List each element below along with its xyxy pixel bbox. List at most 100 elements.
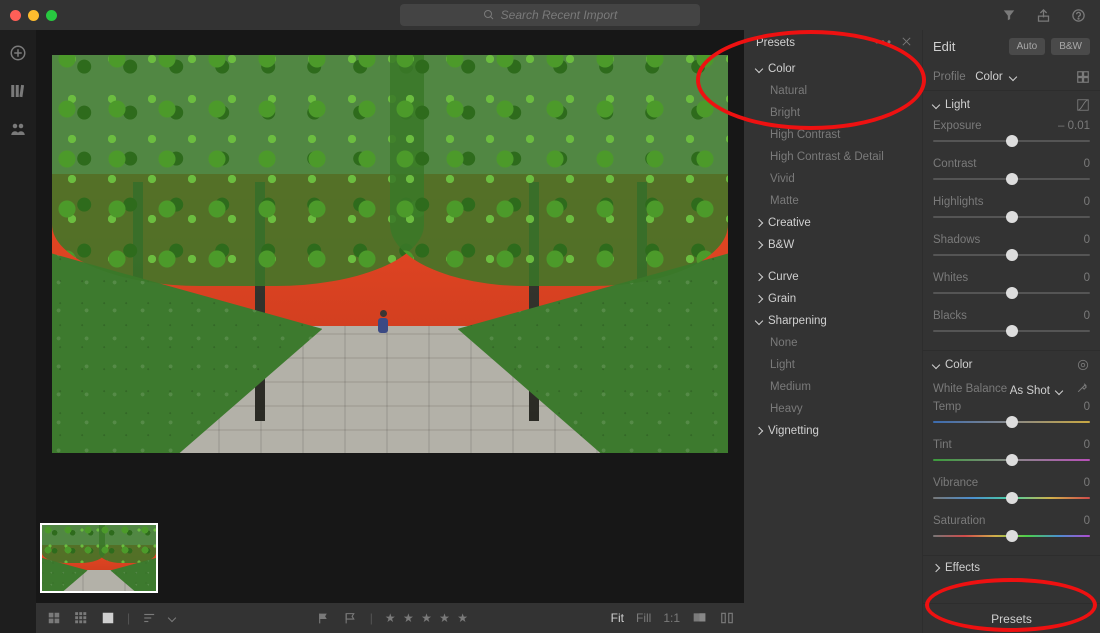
- light-section-label: Light: [945, 99, 970, 111]
- square-grid-icon[interactable]: [73, 611, 88, 626]
- center-area: | | ★ ★ ★ ★ ★ Fit Fill 1:1: [36, 30, 744, 633]
- slider-label: Blacks: [933, 310, 967, 322]
- search-icon: [483, 9, 495, 21]
- preset-item[interactable]: Light: [744, 356, 922, 374]
- auto-button[interactable]: Auto: [1009, 38, 1046, 55]
- slider-exposure[interactable]: [933, 134, 1090, 148]
- presets-panel: Presets ••• Color Natural Bright High Contr…: [744, 30, 922, 633]
- edit-panel: Edit Auto B&W Profile Color Light: [922, 30, 1100, 633]
- sharing-icon[interactable]: [9, 120, 27, 138]
- presets-close-icon[interactable]: [901, 36, 912, 50]
- slider-value: – 0.01: [1058, 120, 1090, 132]
- slider-value: 0: [1084, 272, 1090, 284]
- slider-value: 0: [1084, 401, 1090, 413]
- preset-item[interactable]: High Contrast & Detail: [744, 148, 922, 166]
- slider-label: Exposure: [933, 120, 982, 132]
- traffic-lights: [0, 10, 67, 21]
- preset-item[interactable]: Matte: [744, 192, 922, 210]
- tone-curve-icon[interactable]: [1075, 97, 1090, 112]
- slider-value: 0: [1084, 234, 1090, 246]
- left-rail: [0, 30, 36, 633]
- slider-label: Vibrance: [933, 477, 978, 489]
- close-window-button[interactable]: [10, 10, 21, 21]
- grid-view-icon[interactable]: [46, 611, 61, 626]
- zoom-fit[interactable]: Fit: [611, 611, 624, 625]
- zoom-fill[interactable]: Fill: [636, 611, 651, 625]
- share-icon[interactable]: [1036, 8, 1051, 23]
- color-section-label: Color: [945, 359, 972, 371]
- profile-dropdown[interactable]: Color: [975, 71, 1016, 83]
- preset-group-curve[interactable]: Curve: [744, 268, 922, 286]
- fullscreen-window-button[interactable]: [46, 10, 57, 21]
- presets-button[interactable]: Presets: [923, 603, 1100, 633]
- eyedropper-icon[interactable]: [1075, 380, 1090, 395]
- slider-tint[interactable]: [933, 453, 1090, 467]
- profile-browser-icon[interactable]: [1075, 69, 1090, 84]
- help-cloud-icon[interactable]: [1071, 8, 1086, 23]
- photo-viewer[interactable]: [36, 30, 744, 513]
- slider-temp[interactable]: [933, 415, 1090, 429]
- slider-whites[interactable]: [933, 286, 1090, 300]
- edit-panel-title: Edit: [933, 39, 955, 54]
- zoom-1to1[interactable]: 1:1: [663, 611, 680, 625]
- effects-section-header[interactable]: Effects: [923, 556, 1100, 580]
- slider-shadows[interactable]: [933, 248, 1090, 262]
- slider-label: Highlights: [933, 196, 984, 208]
- slider-label: Whites: [933, 272, 968, 284]
- preset-item[interactable]: None: [744, 334, 922, 352]
- preset-group-grain[interactable]: Grain: [744, 290, 922, 308]
- slider-value: 0: [1084, 477, 1090, 489]
- preset-group-vignetting[interactable]: Vignetting: [744, 422, 922, 440]
- window-titlebar: Search Recent Import: [0, 0, 1100, 30]
- slider-vibrance[interactable]: [933, 491, 1090, 505]
- slider-label: Shadows: [933, 234, 980, 246]
- light-section-header[interactable]: Light: [923, 91, 1100, 118]
- detail-view-icon[interactable]: [100, 611, 115, 626]
- preset-item[interactable]: Natural: [744, 82, 922, 100]
- thumbnail[interactable]: [40, 523, 158, 593]
- presets-panel-title: Presets: [756, 37, 795, 49]
- slider-label: Temp: [933, 401, 961, 413]
- rating-stars[interactable]: ★ ★ ★ ★ ★: [385, 611, 470, 625]
- filmstrip: [36, 513, 744, 603]
- sort-icon[interactable]: [142, 611, 157, 626]
- slider-value: 0: [1084, 158, 1090, 170]
- slider-value: 0: [1084, 515, 1090, 527]
- preset-group-color[interactable]: Color: [744, 60, 922, 78]
- preset-group-creative[interactable]: Creative: [744, 214, 922, 232]
- profile-label: Profile: [933, 71, 966, 83]
- slider-blacks[interactable]: [933, 324, 1090, 338]
- bottom-toolbar: | | ★ ★ ★ ★ ★ Fit Fill 1:1: [36, 603, 744, 633]
- preset-item[interactable]: Heavy: [744, 400, 922, 418]
- my-photos-icon[interactable]: [9, 82, 27, 100]
- effects-section-label: Effects: [945, 562, 980, 574]
- color-section-header[interactable]: Color: [923, 351, 1100, 378]
- slider-value: 0: [1084, 439, 1090, 451]
- slider-contrast[interactable]: [933, 172, 1090, 186]
- preset-item[interactable]: Medium: [744, 378, 922, 396]
- presets-more-icon[interactable]: •••: [875, 37, 893, 49]
- bw-button[interactable]: B&W: [1051, 38, 1090, 55]
- preset-item[interactable]: Vivid: [744, 170, 922, 188]
- filter-icon[interactable]: [1002, 8, 1016, 22]
- white-balance-dropdown[interactable]: As Shot: [1010, 385, 1066, 397]
- preset-group-sharpening[interactable]: Sharpening: [744, 312, 922, 330]
- preset-item[interactable]: High Contrast: [744, 126, 922, 144]
- search-input[interactable]: Search Recent Import: [400, 4, 700, 26]
- minimize-window-button[interactable]: [28, 10, 39, 21]
- preset-group-b-w[interactable]: B&W: [744, 236, 922, 254]
- slider-label: Contrast: [933, 158, 976, 170]
- slider-saturation[interactable]: [933, 529, 1090, 543]
- flag-pick-icon[interactable]: [316, 611, 331, 626]
- photo: [52, 55, 728, 453]
- white-balance-label: White Balance: [933, 383, 1007, 395]
- show-original-icon[interactable]: [692, 611, 707, 626]
- slider-highlights[interactable]: [933, 210, 1090, 224]
- toggle-panel-icon[interactable]: [719, 611, 734, 626]
- color-mixer-icon[interactable]: [1075, 357, 1090, 372]
- add-photos-icon[interactable]: [9, 44, 27, 62]
- slider-label: Saturation: [933, 515, 985, 527]
- flag-reject-icon[interactable]: [343, 611, 358, 626]
- preset-item[interactable]: Bright: [744, 104, 922, 122]
- sort-chevron-icon[interactable]: [168, 614, 176, 622]
